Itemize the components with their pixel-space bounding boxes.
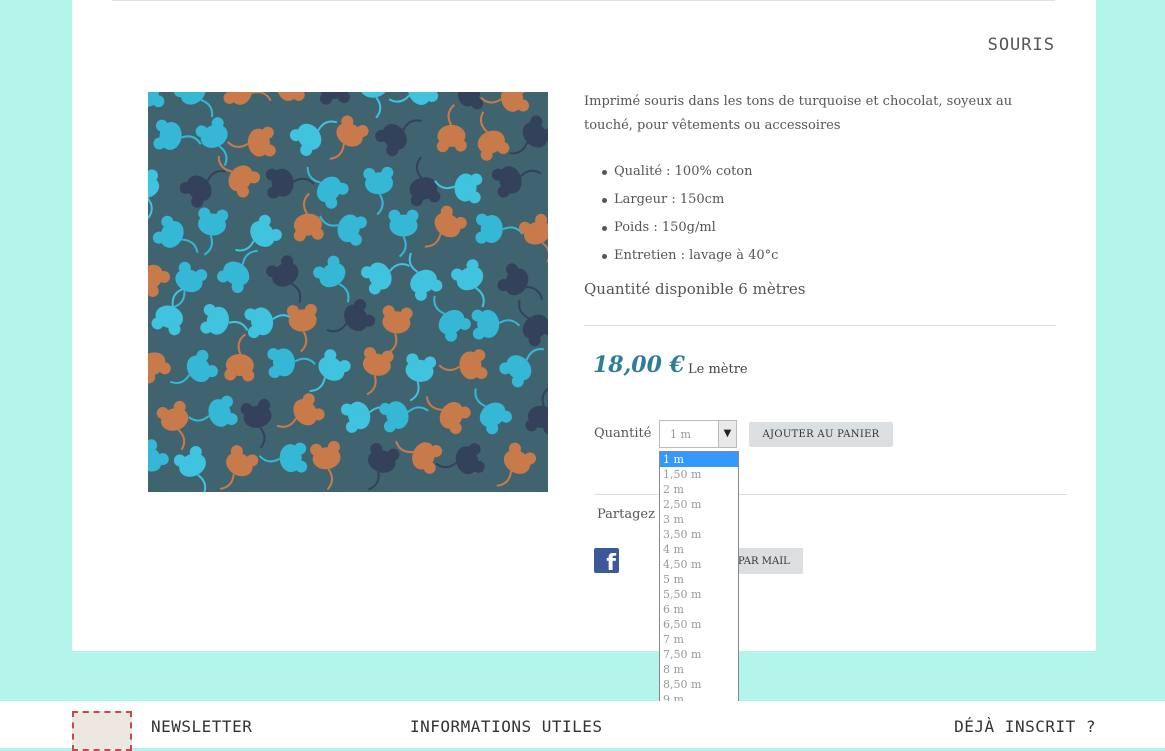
top-divider [112,0,1055,1]
registered-link[interactable]: DÉJÀ INSCRIT ? [954,717,1096,736]
quantity-option[interactable]: 2 m [660,482,738,497]
quantity-option[interactable]: 5,50 m [660,587,738,602]
quantity-option[interactable]: 1,50 m [660,467,738,482]
quantity-label: Quantité [594,426,652,441]
spec-care: Entretien : lavage à 40°c [584,244,778,272]
quantity-dropdown-list[interactable]: 1 m 1,50 m2 m 2,50 m3 m 3,50 m4 m 4,50 m5 m5… [659,451,739,738]
product-panel: SOURIS Imprimé souris dans les tons de t… [72,0,1096,651]
spec-width: Largeur : 150cm [584,188,778,216]
quantity-option[interactable]: 8 m [660,662,738,677]
stock-availability: Quantité disponible 6 mètres [584,280,806,298]
quantity-option[interactable]: 7,50 m [660,647,738,662]
add-to-cart-button[interactable]: AJOUTER AU PANIER [749,422,893,447]
quantity-option[interactable]: 4 m [660,542,738,557]
facebook-icon[interactable]: f [594,548,619,573]
quantity-option[interactable]: 6 m [660,602,738,617]
quantity-option[interactable]: 3 m [660,512,738,527]
price-divider [584,325,1056,326]
quantity-selected-value: 1 m [670,428,691,441]
product-title: SOURIS [987,35,1055,55]
quantity-option[interactable]: 4,50 m [660,557,738,572]
quantity-option[interactable]: 8,50 m [660,677,738,692]
fabric-mouse-print-image [148,92,548,492]
product-description: Imprimé souris dans les tons de turquois… [584,94,1013,133]
quantity-option[interactable]: 3,50 m [660,527,738,542]
spec-quality: Qualité : 100% coton [584,160,778,188]
quantity-option[interactable]: 7 m [660,632,738,647]
quantity-option[interactable]: 5 m [660,572,738,587]
spec-weight: Poids : 150g/ml [584,216,778,244]
envelope-icon [72,711,132,751]
quantity-select[interactable]: 1 m ▼ [659,420,737,448]
fabric-pattern [148,92,548,492]
newsletter-link[interactable]: NEWSLETTER [151,717,252,736]
product-price: 18,00 € [593,352,685,378]
info-link[interactable]: INFORMATIONS UTILES [410,717,603,736]
price-unit: Le mètre [688,362,748,377]
chevron-down-icon[interactable]: ▼ [718,421,736,447]
product-specs: Qualité : 100% coton Largeur : 150cm Poi… [584,160,778,272]
footer: NEWSLETTER INFORMATIONS UTILES DÉJÀ INSC… [0,701,1165,751]
quantity-option[interactable]: 1 m [660,452,738,467]
quantity-option[interactable]: 2,50 m [660,497,738,512]
quantity-option[interactable]: 6,50 m [660,617,738,632]
